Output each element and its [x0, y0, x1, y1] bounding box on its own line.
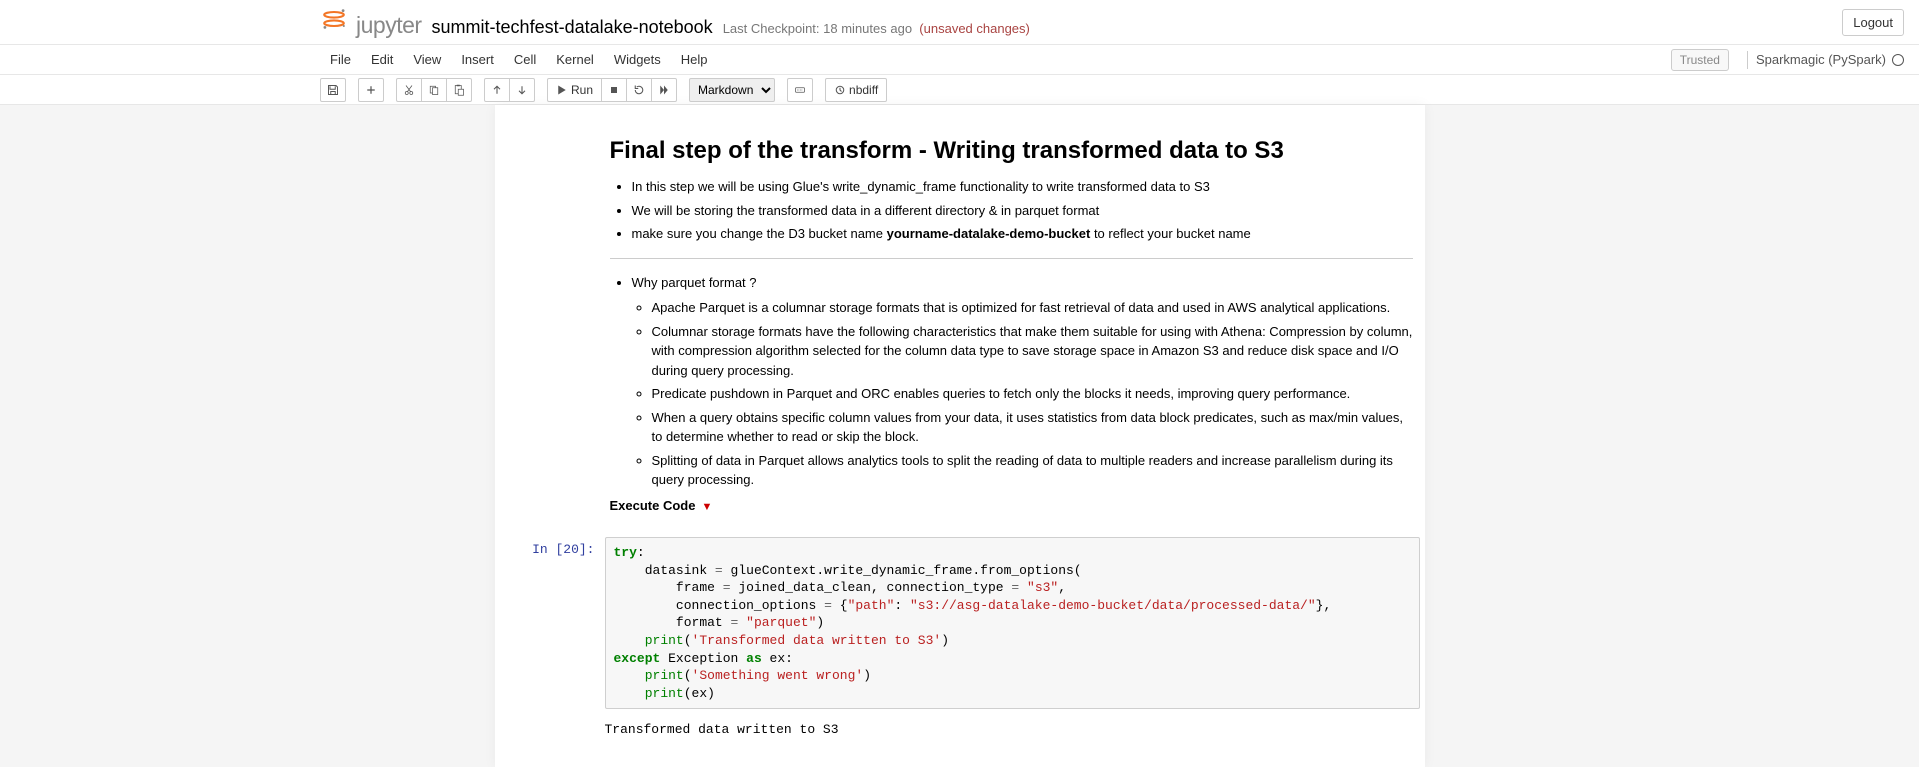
- cut-button[interactable]: [396, 78, 422, 102]
- copy-button[interactable]: [421, 78, 447, 102]
- menu-cell[interactable]: Cell: [504, 47, 546, 72]
- restart-button[interactable]: [626, 78, 652, 102]
- jupyter-logo-text: jupyter: [356, 12, 422, 39]
- menu-kernel[interactable]: Kernel: [546, 47, 604, 72]
- logout-button[interactable]: Logout: [1842, 9, 1904, 36]
- kernel-status-icon[interactable]: [1892, 54, 1904, 66]
- menu-file[interactable]: File: [320, 47, 361, 72]
- move-up-button[interactable]: [484, 78, 510, 102]
- cell-type-select[interactable]: Markdown: [689, 78, 775, 102]
- section-heading: Final step of the transform - Writing tr…: [610, 137, 1414, 166]
- list-item: Predicate pushdown in Parquet and ORC en…: [652, 384, 1414, 404]
- list-item: We will be storing the transformed data …: [632, 201, 1414, 221]
- list-item: Why parquet format ? Apache Parquet is a…: [632, 273, 1414, 490]
- list-item: Columnar storage formats have the follow…: [652, 322, 1414, 381]
- code-input-area[interactable]: try: datasink = glueContext.write_dynami…: [605, 537, 1420, 709]
- triangle-down-icon: ▼: [701, 501, 712, 513]
- menu-edit[interactable]: Edit: [361, 47, 403, 72]
- restart-run-all-button[interactable]: [651, 78, 677, 102]
- list-item: Splitting of data in Parquet allows anal…: [652, 451, 1414, 490]
- notebook-name[interactable]: summit-techfest-datalake-notebook: [432, 17, 713, 38]
- trusted-indicator[interactable]: Trusted: [1671, 49, 1729, 71]
- list-item: make sure you change the D3 bucket name …: [632, 224, 1414, 244]
- save-button[interactable]: [320, 78, 346, 102]
- input-prompt: In [20]:: [500, 537, 605, 709]
- menu-view[interactable]: View: [403, 47, 451, 72]
- checkpoint-status: Last Checkpoint: 18 minutes ago (unsaved…: [723, 21, 1030, 36]
- menu-widgets[interactable]: Widgets: [604, 47, 671, 72]
- execute-code-label: Execute Code: [610, 498, 696, 513]
- jupyter-logo-icon: [320, 5, 348, 33]
- cell-output: Transformed data written to S3: [600, 714, 1425, 737]
- command-palette-button[interactable]: [787, 78, 813, 102]
- markdown-cell[interactable]: Final step of the transform - Writing tr…: [500, 110, 1420, 527]
- list-item: Apache Parquet is a columnar storage for…: [652, 298, 1414, 318]
- code-cell[interactable]: In [20]: try: datasink = glueContext.wri…: [495, 532, 1425, 714]
- move-down-button[interactable]: [509, 78, 535, 102]
- interrupt-button[interactable]: [601, 78, 627, 102]
- kernel-name[interactable]: Sparkmagic (PySpark): [1756, 52, 1886, 67]
- nbdiff-button[interactable]: nbdiff: [825, 78, 887, 102]
- insert-cell-button[interactable]: [358, 78, 384, 102]
- list-item: In this step we will be using Glue's wri…: [632, 177, 1414, 197]
- list-item: When a query obtains specific column val…: [652, 408, 1414, 447]
- paste-button[interactable]: [446, 78, 472, 102]
- kernel-separator: [1747, 51, 1748, 69]
- menu-help[interactable]: Help: [671, 47, 718, 72]
- menu-insert[interactable]: Insert: [451, 47, 504, 72]
- run-button[interactable]: Run: [547, 78, 602, 102]
- divider: [610, 258, 1414, 259]
